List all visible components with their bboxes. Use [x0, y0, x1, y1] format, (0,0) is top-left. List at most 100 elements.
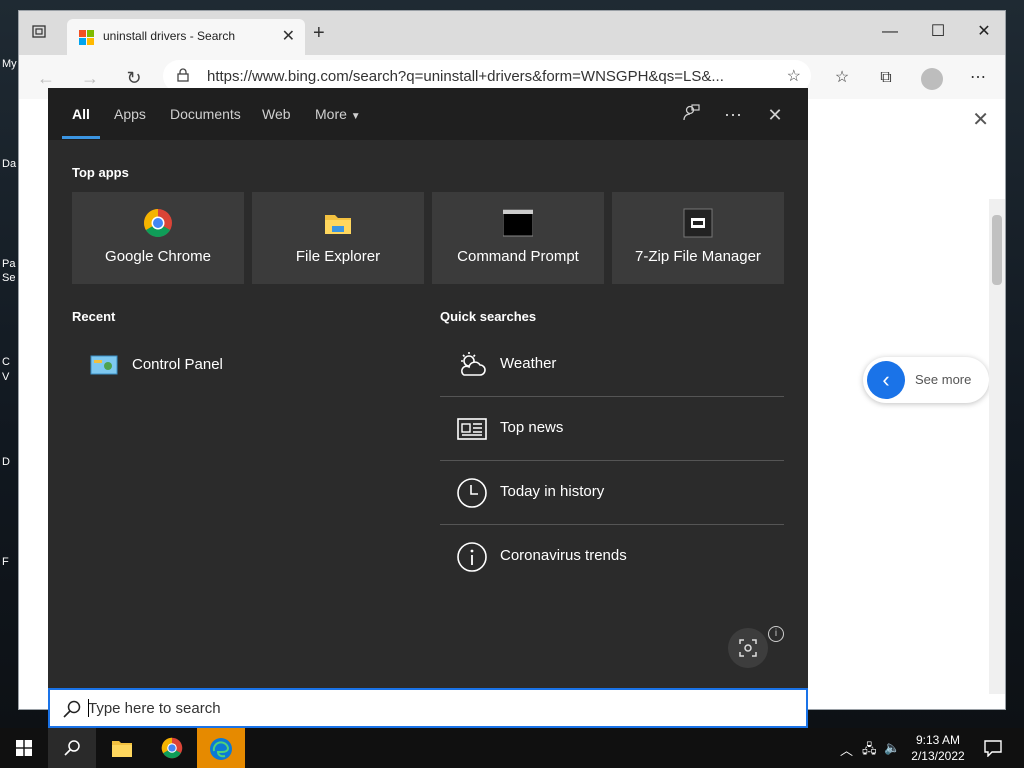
app-label: Google Chrome [105, 248, 211, 265]
active-tab-indicator [62, 136, 100, 139]
favorites-icon[interactable]: ☆ [831, 67, 853, 89]
tab-web[interactable]: Web [262, 106, 291, 122]
date-text: 2/13/2022 [911, 749, 965, 763]
tab-more-label: More [315, 106, 347, 122]
file-explorer-icon [325, 215, 351, 234]
command-prompt-icon [503, 209, 533, 237]
desktop-icon-label: D [2, 456, 10, 468]
news-icon [457, 418, 487, 440]
desktop-icon-label: My [2, 58, 17, 70]
tab-documents[interactable]: Documents [170, 106, 241, 122]
tab-more[interactable]: More ▼ [315, 106, 361, 122]
desktop-icon-label: F [2, 556, 9, 568]
search-panel: All Apps Documents Web More ▼ ⋯ ✕ Top ap… [48, 88, 808, 688]
recent-item-control-panel[interactable]: Control Panel [72, 344, 412, 388]
app-card-7zip-file-manager[interactable]: 7-Zip File Manager [612, 192, 784, 284]
app-card-file-explorer[interactable]: File Explorer [252, 192, 424, 284]
app-label: Command Prompt [457, 248, 579, 265]
windows-icon [16, 740, 32, 756]
clock[interactable]: 9:13 AM 2/13/2022 [900, 732, 976, 764]
quick-search-label: Today in history [500, 483, 605, 500]
app-label: File Explorer [295, 248, 381, 265]
favorite-add-icon[interactable]: ☆ [787, 66, 801, 86]
see-more-button[interactable]: ‹ See more [863, 357, 989, 403]
feedback-icon[interactable] [680, 104, 702, 126]
start-button[interactable] [0, 728, 48, 768]
quick-search-coronavirus-trends[interactable]: Coronavirus trends [440, 525, 784, 589]
back-button[interactable]: ← [35, 67, 57, 89]
microsoft-logo-icon [79, 30, 94, 45]
chevron-up-icon[interactable]: ︿ [840, 740, 853, 759]
taskbar: ︿ 🖧 🔈 9:13 AM 2/13/2022 [0, 728, 1024, 768]
page-close-icon[interactable]: ✕ [972, 107, 989, 132]
desktop-icon-label: Se [2, 272, 16, 284]
lens-icon [739, 639, 757, 657]
lock-icon[interactable] [177, 68, 189, 82]
collections-icon[interactable] [29, 23, 49, 43]
desktop-icon-label: Pa [2, 258, 16, 270]
tab-strip: uninstall drivers - Search ✕ + — ☐ ✕ [19, 11, 1005, 55]
taskbar-search-button[interactable] [48, 728, 96, 768]
taskbar-file-explorer[interactable] [98, 728, 146, 768]
quick-search-label: Top news [500, 419, 564, 436]
refresh-button[interactable]: ↻ [123, 67, 145, 89]
scrollbar-thumb[interactable] [992, 215, 1002, 285]
more-options-icon[interactable]: ⋯ [722, 104, 744, 126]
control-panel-icon [90, 355, 118, 375]
chevron-down-icon: ▼ [350, 111, 361, 122]
quick-search-today-in-history[interactable]: Today in history [440, 461, 784, 525]
tab-close-icon[interactable]: ✕ [282, 26, 295, 46]
app-card-google-chrome[interactable]: Google Chrome [72, 192, 244, 284]
collections-button-icon[interactable]: ⧉ [875, 67, 897, 89]
info-icon [457, 542, 487, 572]
tab-apps[interactable]: Apps [114, 106, 146, 122]
file-explorer-icon [112, 741, 132, 757]
volume-icon[interactable]: 🔈 [884, 740, 900, 756]
taskbar-edge[interactable] [197, 728, 245, 768]
chrome-icon [161, 737, 183, 759]
search-input[interactable] [88, 696, 788, 720]
top-apps-title: Top apps [72, 165, 129, 180]
clock-icon [457, 478, 487, 508]
recent-title: Recent [72, 309, 116, 324]
lens-button[interactable] [728, 628, 768, 668]
tab-all[interactable]: All [72, 106, 90, 122]
settings-more-icon[interactable]: ⋯ [967, 67, 989, 89]
close-icon[interactable]: ✕ [764, 104, 786, 126]
text-caret [88, 699, 89, 717]
quick-searches-title: Quick searches [440, 309, 537, 324]
desktop-icon-label: C [2, 356, 10, 368]
taskbar-chrome[interactable] [148, 728, 196, 768]
notification-icon [984, 740, 1002, 757]
url-text[interactable]: https://www.bing.com/search?q=uninstall+… [207, 68, 767, 85]
taskbar-search-box[interactable] [48, 688, 808, 728]
quick-search-label: Coronavirus trends [500, 547, 627, 564]
see-more-label: See more [915, 372, 972, 387]
desktop-icon-label: Da [2, 158, 17, 170]
app-card-command-prompt[interactable]: Command Prompt [432, 192, 604, 284]
weather-icon [460, 352, 486, 376]
quick-search-label: Weather [500, 355, 557, 372]
minimize-button[interactable]: — [867, 17, 913, 47]
recent-item-label: Control Panel [132, 356, 223, 373]
browser-tab[interactable]: uninstall drivers - Search ✕ [67, 19, 305, 55]
notification-button[interactable] [970, 728, 1018, 768]
search-icon [64, 740, 80, 756]
app-label: 7-Zip File Manager [635, 248, 761, 265]
desktop-icon-label: V [2, 371, 10, 383]
quick-search-weather[interactable]: Weather [440, 333, 784, 397]
new-tab-button[interactable]: + [313, 23, 325, 43]
page-scrollbar[interactable] [989, 199, 1005, 694]
close-window-button[interactable]: ✕ [961, 17, 1007, 47]
info-button[interactable]: i [768, 626, 784, 642]
profile-avatar[interactable] [921, 68, 943, 90]
network-icon[interactable]: 🖧 [862, 740, 877, 762]
forward-button[interactable]: → [79, 67, 101, 89]
chevron-left-icon: ‹ [867, 361, 905, 399]
chrome-icon [144, 209, 172, 237]
time-text: 9:13 AM [915, 733, 961, 747]
search-icon [63, 700, 81, 718]
search-panel-header: All Apps Documents Web More ▼ ⋯ ✕ [48, 88, 808, 140]
maximize-button[interactable]: ☐ [915, 17, 961, 47]
quick-search-top-news[interactable]: Top news [440, 397, 784, 461]
